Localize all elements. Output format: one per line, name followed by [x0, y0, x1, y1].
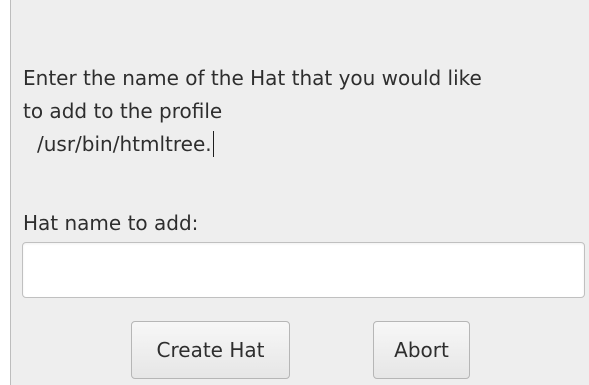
add-hat-dialog: Enter the name of the Hat that you would… — [10, 0, 589, 385]
hat-name-input[interactable] — [22, 242, 585, 298]
message-line-2: to add to the profile — [23, 99, 223, 123]
profile-path-line: /usr/bin/htmltree. — [23, 128, 583, 161]
create-hat-button[interactable]: Create Hat — [131, 321, 290, 379]
abort-button[interactable]: Abort — [373, 321, 470, 379]
hat-name-label: Hat name to add: — [23, 211, 199, 235]
dialog-message: Enter the name of the Hat that you would… — [23, 62, 583, 161]
text-cursor — [212, 131, 214, 157]
message-line-1: Enter the name of the Hat that you would… — [23, 66, 482, 90]
profile-path: /usr/bin/htmltree. — [37, 132, 212, 156]
